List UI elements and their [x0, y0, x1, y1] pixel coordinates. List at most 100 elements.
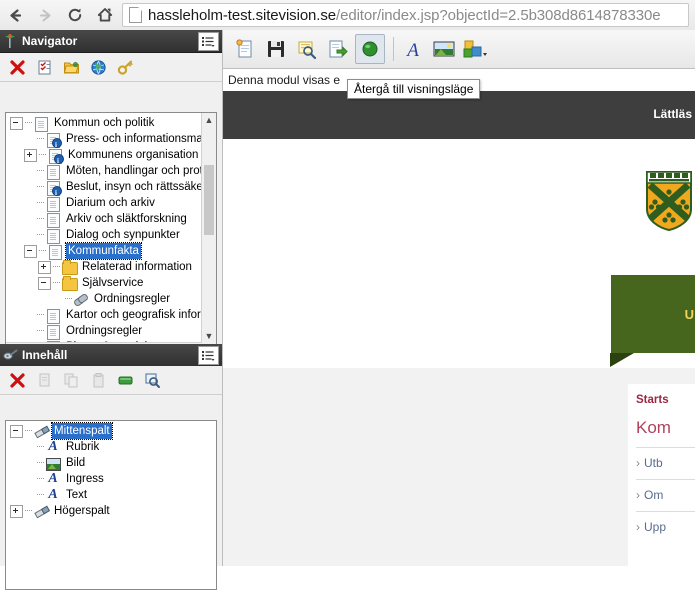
tree-item[interactable]: Kommunfakta: [6, 242, 202, 260]
view-mode-icon[interactable]: [355, 34, 385, 64]
tree-item-label: Ingress: [66, 473, 104, 485]
navigator-tree-vscrollbar[interactable]: ▲ ▼: [201, 113, 216, 343]
page-icon: [45, 228, 61, 244]
save-icon[interactable]: [262, 35, 290, 63]
collapse-toggle-icon[interactable]: [10, 424, 23, 438]
navigator-tree[interactable]: Kommun och politik Press- och information…: [5, 112, 217, 358]
key-icon[interactable]: [113, 55, 137, 79]
card-link-list: › Utb › Om › Upp: [636, 447, 695, 534]
card-link[interactable]: › Upp: [636, 511, 695, 534]
tree-item[interactable]: Dialog och synpunkter: [6, 227, 202, 244]
tree-item[interactable]: Självservice: [6, 275, 202, 291]
tree-item[interactable]: Kartor och geografisk informa: [6, 307, 202, 324]
content-tree[interactable]: Mittenspalt A Rubrik Bild A Ingress A Text Höger…: [5, 420, 217, 590]
tree-item-label: Diarium och arkiv: [66, 197, 155, 209]
page-icon: [47, 244, 63, 260]
properties-icon[interactable]: [32, 55, 56, 79]
tree-item[interactable]: Kommun och politik: [6, 115, 202, 132]
delete-icon[interactable]: [5, 368, 29, 392]
card-link[interactable]: › Utb: [636, 447, 695, 470]
tree-item[interactable]: A Rubrik: [6, 439, 216, 455]
collapse-toggle-icon[interactable]: [38, 276, 51, 290]
delete-icon[interactable]: [5, 55, 29, 79]
tree-item[interactable]: Ordningsregler: [6, 323, 202, 340]
module-icon[interactable]: [113, 368, 137, 392]
tree-item-label: Ordningsregler: [94, 293, 171, 305]
reload-icon[interactable]: [60, 0, 90, 30]
scroll-down-icon[interactable]: ▼: [202, 329, 216, 343]
tree-item[interactable]: Mittenspalt: [6, 422, 216, 440]
address-bar[interactable]: hassleholm-test.sitevision.se/editor/ind…: [122, 3, 689, 27]
page-icon: [45, 308, 61, 324]
image-module-icon[interactable]: [430, 35, 458, 63]
lattlast-link[interactable]: Lättläs: [653, 107, 692, 121]
expand-toggle-icon[interactable]: [38, 260, 51, 274]
tree-item[interactable]: Press- och informationsmateri: [6, 131, 202, 153]
back-button[interactable]: [0, 0, 30, 30]
page-icon: [47, 148, 64, 169]
tree-item[interactable]: A Ingress: [6, 471, 216, 487]
image-icon: [45, 456, 61, 471]
copy-page-icon[interactable]: [32, 368, 56, 392]
page-icon: [45, 324, 61, 340]
navigator-tree-rows[interactable]: Kommun och politik Press- och information…: [6, 113, 202, 343]
navigator-panel-menu-button[interactable]: [198, 31, 219, 51]
site-body: U: [223, 139, 695, 367]
chevron-right-icon: ›: [636, 456, 640, 470]
modules-icon[interactable]: [461, 35, 489, 63]
collapse-toggle-icon[interactable]: [10, 116, 23, 130]
home-icon[interactable]: [90, 0, 120, 30]
folder-icon[interactable]: [59, 55, 83, 79]
card-link-label: Upp: [644, 520, 667, 534]
toolbar-tooltip: Återgå till visningsläge: [347, 79, 481, 99]
page-icon: [45, 164, 61, 180]
folder-icon: [61, 259, 78, 275]
tree-item[interactable]: Arkiv och släktforskning: [6, 211, 202, 228]
brush-icon: [33, 424, 49, 439]
page-title: Kom: [636, 418, 671, 437]
card-link-label: Om: [644, 488, 664, 502]
page-icon: [33, 116, 49, 132]
tree-item[interactable]: A Text: [6, 487, 216, 503]
paste-icon[interactable]: [86, 368, 110, 392]
content-tree-rows[interactable]: Mittenspalt A Rubrik Bild A Ingress A Text Höger…: [6, 421, 216, 589]
collapse-toggle-icon[interactable]: [24, 244, 37, 258]
expand-toggle-icon[interactable]: [10, 504, 23, 518]
svg-text:A: A: [405, 40, 419, 60]
duplicate-icon[interactable]: [59, 368, 83, 392]
tree-item-label: Högerspalt: [54, 505, 110, 517]
tree-item[interactable]: Relaterad information: [6, 259, 202, 275]
chevron-right-icon: ›: [636, 488, 640, 502]
expand-toggle-icon[interactable]: [24, 148, 37, 162]
globe-icon[interactable]: [86, 55, 110, 79]
preview-icon[interactable]: [140, 368, 164, 392]
card-link[interactable]: › Om: [636, 479, 695, 502]
navigator-panel-header: Navigator: [0, 30, 222, 53]
tree-item[interactable]: Diarium och arkiv: [6, 195, 202, 212]
tree-item[interactable]: Möten, handlingar och protok: [6, 163, 202, 180]
scroll-thumb[interactable]: [204, 165, 214, 235]
publish-icon[interactable]: [324, 35, 352, 63]
text-icon: A: [48, 438, 58, 454]
tree-item[interactable]: Ordningsregler: [6, 291, 202, 307]
page-info-icon[interactable]: [129, 7, 142, 23]
tree-item[interactable]: Högerspalt: [6, 503, 216, 519]
scroll-up-icon[interactable]: ▲: [202, 113, 216, 127]
banner-fold-shadow: [610, 353, 634, 367]
tree-item[interactable]: Kommunens organisation: [6, 147, 202, 169]
content-panel-menu-button[interactable]: [198, 345, 219, 365]
tree-item-label: Text: [66, 489, 88, 501]
text-module-icon[interactable]: A: [399, 35, 427, 63]
green-banner: U: [611, 275, 695, 353]
preview-icon[interactable]: [293, 35, 321, 63]
browser-window: hassleholm-test.sitevision.se/editor/ind…: [0, 0, 695, 590]
url-text: hassleholm-test.sitevision.se/editor/ind…: [148, 7, 661, 24]
breadcrumb[interactable]: Starts: [636, 394, 695, 406]
forward-button[interactable]: [30, 0, 60, 30]
tree-item[interactable]: Bild: [6, 455, 216, 471]
tree-item[interactable]: Beslut, insyn och rättssäkerhe: [6, 179, 202, 201]
tree-item-label: Bild: [66, 457, 86, 469]
navigator-toolbar: [0, 53, 222, 82]
link-icon: [73, 292, 89, 307]
new-page-icon[interactable]: [231, 35, 259, 63]
